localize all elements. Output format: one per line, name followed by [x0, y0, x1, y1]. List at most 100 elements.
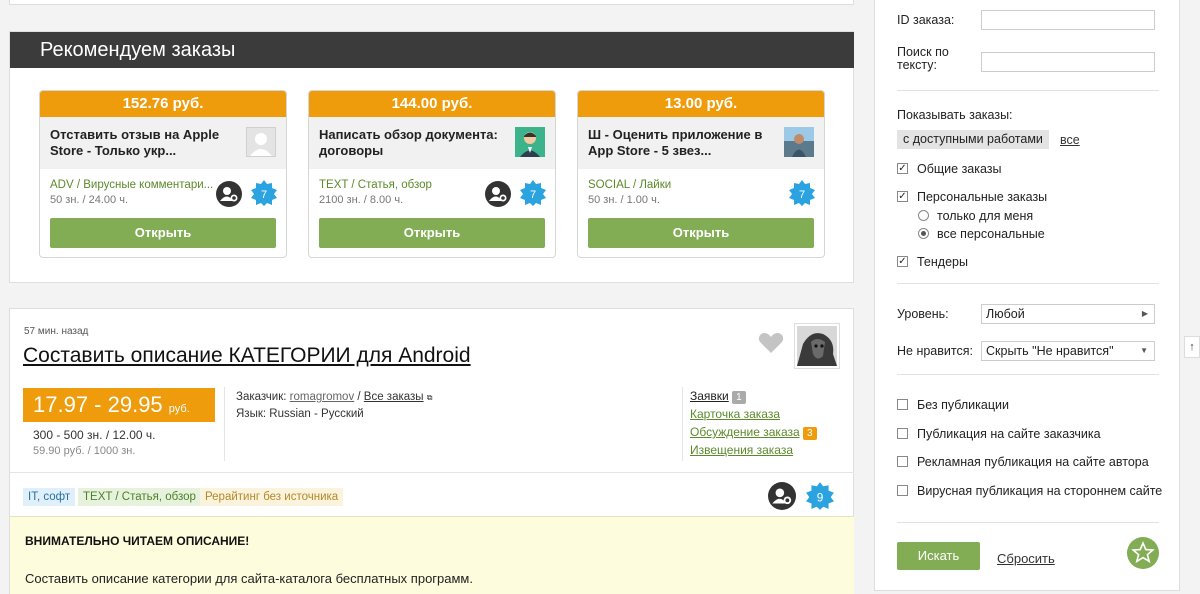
requests-link[interactable]: Заявки [690, 389, 729, 403]
id-label: ID заказа: [897, 13, 955, 27]
order-time: 57 мин. назад [24, 326, 89, 337]
filter-sidebar: ID заказа: Поиск по тексту: Показывать з… [874, 0, 1180, 591]
price-unit: руб. [168, 403, 190, 415]
price-range: 17.97 - 29.95 руб. [23, 388, 215, 422]
all-orders-link[interactable]: Все заказы [364, 391, 424, 403]
rating-badge: 7 [519, 179, 547, 210]
general-orders-checkbox[interactable]: ✓ [897, 163, 908, 174]
divider [897, 522, 1159, 523]
description-text: Составить описание категории для сайта-к… [25, 571, 473, 586]
dislike-label: Не нравится: [897, 344, 973, 358]
discussion-count-badge: 3 [803, 427, 817, 440]
star-icon[interactable] [1127, 537, 1159, 572]
tag-subtype[interactable]: Рерайтинг без источника [200, 488, 344, 506]
order-description: ВНИМАТЕЛЬНО ЧИТАЕМ ОПИСАНИЕ! Составить о… [10, 516, 854, 594]
tag-category[interactable]: IT, софт [23, 488, 76, 506]
svg-text:7: 7 [799, 189, 805, 201]
card-meta: 2100 зн. / 8.00 ч. [319, 194, 404, 206]
recommended-heading: Рекомендуем заказы [10, 32, 854, 68]
card-meta: 50 зн. / 1.00 ч. [588, 194, 660, 206]
recommended-panel: Рекомендуем заказы 152.76 руб. Отставить… [9, 31, 854, 283]
card-category: TEXT / Статья, обзор [319, 179, 432, 191]
card-price: 13.00 руб. [578, 91, 824, 117]
personal-orders-label: Персональные заказы [917, 190, 1048, 204]
scroll-up-icon[interactable]: ↑ [1184, 336, 1200, 358]
viral-publication-checkbox[interactable] [897, 485, 908, 496]
dislike-select[interactable]: Скрыть "Не нравится" ▼ [981, 341, 1155, 361]
card-meta: 50 зн. / 24.00 ч. [50, 194, 129, 206]
price-range-value: 17.97 - 29.95 [33, 392, 163, 417]
rating-badge: 9 [805, 481, 835, 514]
tenders-checkbox[interactable]: ✓ [897, 256, 908, 267]
card-price: 144.00 руб. [309, 91, 555, 117]
chevron-down-icon: ▼ [1140, 346, 1148, 355]
general-orders-label: Общие заказы [917, 162, 1002, 176]
order-id-input[interactable] [981, 10, 1155, 30]
only-me-radio[interactable] [918, 210, 929, 221]
card-title[interactable]: Отставить отзыв на Apple Store - Только … [50, 127, 230, 159]
all-personal-radio[interactable] [918, 228, 929, 239]
open-button[interactable]: Открыть [319, 218, 545, 248]
user-avatar [515, 127, 545, 157]
open-button[interactable]: Открыть [50, 218, 276, 248]
no-publication-checkbox[interactable] [897, 399, 908, 410]
filter-available-chip[interactable]: с доступными работами [897, 130, 1049, 149]
ad-publication-checkbox[interactable] [897, 456, 908, 467]
notifications-link[interactable]: Извещения заказа [690, 443, 793, 457]
all-personal-label: все персональные [937, 227, 1045, 241]
order-card-link[interactable]: Карточка заказа [690, 407, 780, 421]
tag-type[interactable]: TEXT / Статья, обзор [78, 488, 201, 506]
card-title[interactable]: Написать обзор документа: договоры [319, 127, 499, 159]
discussion-link[interactable]: Обсуждение заказа [690, 425, 800, 439]
card-category: SOCIAL / Лайки [588, 179, 672, 191]
card-category: ADV / Вирусные комментари... [50, 179, 214, 191]
divider [682, 387, 683, 461]
user-avatar [246, 127, 276, 157]
divider [10, 472, 854, 473]
description-heading: ВНИМАТЕЛЬНО ЧИТАЕМ ОПИСАНИЕ! [25, 534, 250, 548]
order-card: 144.00 руб. Написать обзор документа: до… [308, 90, 556, 258]
order-card: 13.00 руб. Ш - Оценить приложение в App … [577, 90, 825, 258]
divider [897, 283, 1159, 284]
svg-text:7: 7 [261, 189, 267, 201]
viral-publication-label: Вирусная публикация на стороннем сайте [917, 484, 1163, 498]
client-info: Заказчик: romagromov / Все заказы ⧉ Язык… [236, 389, 433, 423]
client-name-link[interactable]: romagromov [290, 391, 355, 403]
level-select[interactable]: Любой ▶ [981, 304, 1155, 324]
svg-text:9: 9 [817, 491, 824, 504]
client-status-icon [485, 181, 511, 210]
open-button[interactable]: Открыть [588, 218, 814, 248]
client-publication-checkbox[interactable] [897, 428, 908, 439]
order-card: 152.76 руб. Отставить отзыв на Apple Sto… [39, 90, 287, 258]
client-status-icon [216, 181, 242, 210]
user-avatar [784, 127, 814, 157]
order-panel: 57 мин. назад Составить описание КАТЕГОР… [9, 308, 854, 594]
client-avatar[interactable] [794, 323, 840, 369]
show-orders-label: Показывать заказы: [897, 108, 1013, 122]
order-rate: 59.90 руб. / 1000 зн. [33, 445, 136, 457]
requests-count-badge: 1 [732, 391, 746, 404]
previous-panel [9, 0, 854, 5]
rating-badge: 7 [250, 179, 278, 210]
search-button[interactable]: Искать [897, 542, 980, 570]
client-status-icon [768, 482, 796, 513]
chevron-right-icon: ▶ [1141, 309, 1148, 318]
client-publication-label: Публикация на сайте заказчика [917, 427, 1101, 441]
only-me-label: только для меня [937, 209, 1034, 223]
svg-text:7: 7 [530, 189, 536, 201]
personal-orders-checkbox[interactable]: ✓ [897, 191, 908, 202]
order-language: Язык: Russian - Русский [236, 408, 364, 420]
tenders-label: Тендеры [917, 255, 968, 269]
order-title[interactable]: Составить описание КАТЕГОРИИ для Android [23, 344, 471, 368]
search-label: Поиск по тексту: [897, 45, 949, 72]
card-price: 152.76 руб. [40, 91, 286, 117]
divider [224, 387, 225, 461]
search-text-input[interactable] [981, 52, 1155, 72]
filter-all-link[interactable]: все [1060, 133, 1080, 147]
client-label: Заказчик: [236, 391, 287, 403]
reset-link[interactable]: Сбросить [997, 551, 1055, 566]
card-title[interactable]: Ш - Оценить приложение в App Store - 5 з… [588, 127, 768, 159]
order-volume: 300 - 500 зн. / 12.00 ч. [33, 428, 156, 442]
divider [897, 374, 1159, 375]
heart-icon[interactable] [758, 332, 784, 357]
